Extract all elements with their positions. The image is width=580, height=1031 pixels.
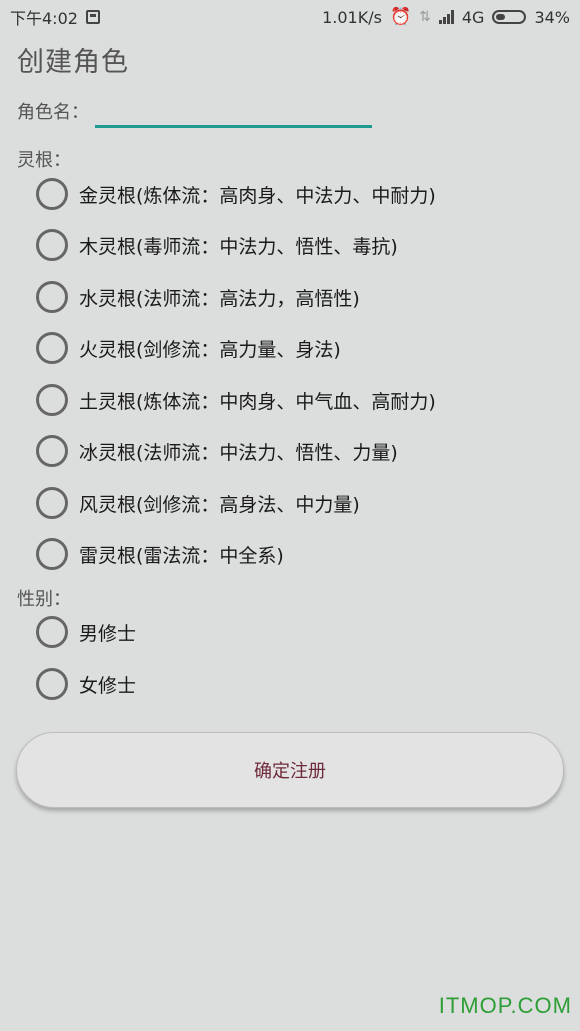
- radio-label: 雷灵根(雷法流：中全系): [79, 544, 284, 567]
- network-speed: 1.01K/s: [322, 7, 382, 27]
- radio-option-metal-root[interactable]: 金灵根(炼体流：高肉身、中法力、中耐力): [36, 174, 436, 214]
- radio-label: 男修士: [79, 622, 137, 645]
- status-time: 下午4:02: [10, 9, 78, 28]
- radio-button[interactable]: [36, 538, 68, 570]
- radio-option-fire-root[interactable]: 火灵根(剑修流：高力量、身法): [36, 328, 341, 368]
- radio-option-male[interactable]: 男修士: [36, 612, 136, 652]
- network-type: 4G: [461, 7, 485, 27]
- status-left: 下午4:02: [10, 5, 100, 29]
- watermark-logo: ITMOP.COM: [438, 993, 572, 1018]
- sim-icon: [85, 10, 100, 24]
- submit-button[interactable]: 确定注册: [16, 732, 564, 808]
- status-bar: 下午4:02 1.01K/s ⏰ ⇅ 4G 34%: [0, 0, 580, 34]
- radio-button[interactable]: [36, 178, 68, 210]
- signal-icon: [438, 10, 454, 24]
- radio-label: 冰灵根(法师流：中法力、悟性、力量): [79, 441, 398, 464]
- radio-button[interactable]: [36, 435, 68, 467]
- radio-label: 木灵根(毒师流：中法力、悟性、毒抗): [79, 235, 398, 258]
- name-label: 角色名：: [17, 102, 89, 123]
- radio-button[interactable]: [36, 384, 68, 416]
- alarm-icon: ⏰: [389, 7, 412, 27]
- radio-label: 风灵根(剑修流：高身法、中力量): [79, 493, 360, 516]
- data-transfer-icon: ⇅: [419, 9, 431, 25]
- radio-button[interactable]: [36, 668, 68, 700]
- radio-option-water-root[interactable]: 水灵根(法师流：高法力，高悟性): [36, 277, 360, 317]
- radio-button[interactable]: [36, 332, 68, 364]
- radio-label: 水灵根(法师流：高法力，高悟性): [79, 287, 360, 310]
- radio-option-ice-root[interactable]: 冰灵根(法师流：中法力、悟性、力量): [36, 431, 398, 471]
- radio-option-wind-root[interactable]: 风灵根(剑修流：高身法、中力量): [36, 483, 360, 523]
- name-input[interactable]: [95, 96, 372, 128]
- radio-label: 女修士: [79, 674, 137, 697]
- page-title: 创建角色: [17, 47, 129, 78]
- radio-button[interactable]: [36, 487, 68, 519]
- root-section-label: 灵根：: [17, 150, 71, 171]
- radio-option-earth-root[interactable]: 土灵根(炼体流：中肉身、中气血、高耐力): [36, 380, 436, 420]
- gender-section-label: 性别：: [17, 589, 71, 610]
- battery-percent: 34%: [534, 7, 570, 27]
- radio-button[interactable]: [36, 616, 68, 648]
- radio-button[interactable]: [36, 229, 68, 261]
- radio-option-female[interactable]: 女修士: [36, 664, 136, 704]
- status-right: 1.01K/s ⏰ ⇅ 4G 34%: [322, 7, 570, 27]
- battery-fill: [496, 14, 506, 20]
- battery-icon: [492, 10, 527, 24]
- radio-label: 火灵根(剑修流：高力量、身法): [79, 338, 341, 361]
- radio-label: 金灵根(炼体流：高肉身、中法力、中耐力): [79, 184, 436, 207]
- radio-option-thunder-root[interactable]: 雷灵根(雷法流：中全系): [36, 534, 284, 574]
- radio-label: 土灵根(炼体流：中肉身、中气血、高耐力): [79, 390, 436, 413]
- radio-button[interactable]: [36, 281, 68, 313]
- radio-option-wood-root[interactable]: 木灵根(毒师流：中法力、悟性、毒抗): [36, 225, 398, 265]
